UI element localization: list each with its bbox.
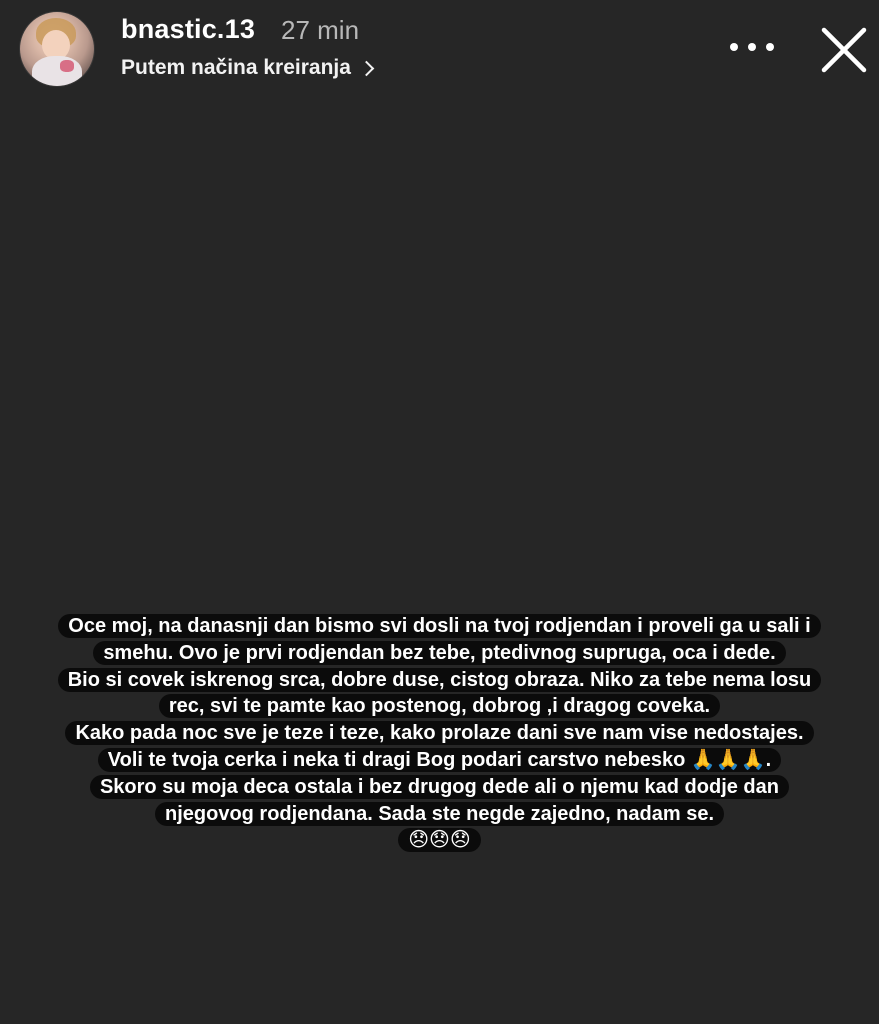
more-dot	[766, 43, 774, 51]
caption-line: 😞😞😞	[58, 827, 822, 854]
caption-line-text: Oce moj, na danasnji dan bismo svi dosli…	[58, 614, 821, 638]
caption-line: Voli te tvoja cerka i neka ti dragi Bog …	[58, 747, 822, 774]
creation-method-label: Putem načina kreiranja	[121, 56, 351, 79]
avatar-body	[32, 56, 82, 86]
caption-line-text: smehu. Ovo je prvi rodjendan bez tebe, p…	[93, 640, 786, 665]
story-caption: Oce moj, na danasnji dan bismo svi dosli…	[57, 613, 822, 854]
caption-line: Skoro su moja deca ostala i bez drugog d…	[58, 774, 822, 801]
story-caption-container: Oce moj, na danasnji dan bismo svi dosli…	[0, 613, 879, 854]
caption-line-text: Bio si covek iskrenog srca, dobre duse, …	[57, 667, 822, 692]
avatar[interactable]	[20, 12, 94, 86]
post-time: 27 min	[281, 15, 360, 45]
more-options-button[interactable]	[730, 32, 774, 62]
caption-line-text: njegovog rodjendana. Sada ste negde zaje…	[154, 801, 724, 826]
caption-line-text: Voli te tvoja cerka i neka ti dragi Bog …	[97, 747, 782, 772]
story-header: bnastic.13 27 min Putem načina kreiranja	[0, 0, 879, 100]
more-dot	[748, 43, 756, 51]
close-button[interactable]	[818, 24, 870, 76]
caption-line-text: Kako pada noc sve je teze i teze, kako p…	[65, 721, 814, 746]
close-icon	[821, 27, 867, 73]
caption-line-text: Skoro su moja deca ostala i bez drugog d…	[89, 774, 789, 799]
more-dot	[730, 43, 738, 51]
caption-line: njegovog rodjendana. Sada ste negde zaje…	[58, 801, 822, 828]
chevron-right-icon	[358, 60, 375, 76]
caption-line: smehu. Ovo je prvi rodjendan bez tebe, p…	[58, 640, 822, 667]
caption-line: Kako pada noc sve je teze i teze, kako p…	[58, 720, 822, 747]
creation-method-link[interactable]: Putem načina kreiranja	[121, 56, 375, 80]
caption-line-text: rec, svi te pamte kao postenog, dobrog ,…	[158, 694, 721, 719]
caption-line: Oce moj, na danasnji dan bismo svi dosli…	[58, 613, 822, 640]
avatar-accent	[60, 60, 74, 72]
caption-line: rec, svi te pamte kao postenog, dobrog ,…	[58, 693, 822, 720]
caption-line: Bio si covek iskrenog srca, dobre duse, …	[57, 667, 822, 694]
story-viewer: bnastic.13 27 min Putem načina kreiranja…	[0, 0, 879, 1024]
caption-line-text: 😞😞😞	[398, 828, 481, 853]
username[interactable]: bnastic.13	[121, 14, 255, 45]
